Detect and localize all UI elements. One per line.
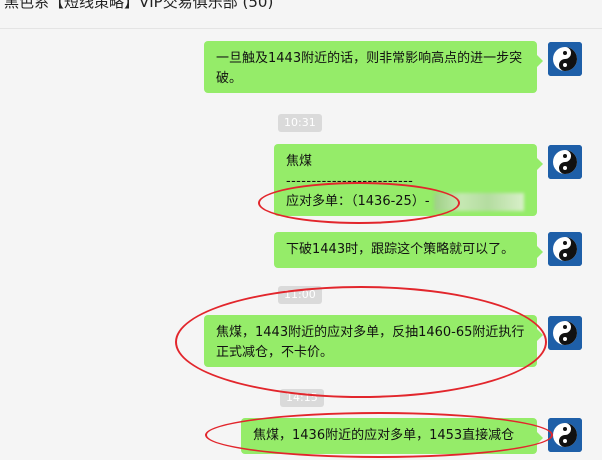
message-line: 应对多单：（1436-25）- [286,194,430,209]
message-separator: ------------------------- [286,174,414,189]
avatar[interactable] [548,42,582,76]
message-bubble[interactable]: 一旦触及1443附近的话，则非常影响高点的进一步突破。 [204,41,543,93]
message-text: 一旦触及1443附近的话，则非常影响高点的进一步突破。 [216,51,523,86]
message-bubble[interactable]: 焦煤，1436附近的应对多单，1453直接减仓 [241,418,543,454]
avatar[interactable] [548,418,582,452]
blurred-region [433,192,524,211]
avatar[interactable] [548,316,582,350]
chat-title: 黑色系【短线策略】VIP交易俱乐部 (50) [4,0,274,11]
taichi-yin-yang-icon [548,232,582,266]
avatar[interactable] [548,232,582,266]
title-divider [0,28,602,29]
message-title: 焦煤 [286,154,313,169]
taichi-yin-yang-icon [548,418,582,452]
message-bubble[interactable]: 下破1443时，跟踪这个策略就可以了。 [274,232,543,268]
taichi-yin-yang-icon [548,42,582,76]
timestamp: 10:31 [278,114,322,132]
message-bubble[interactable]: 焦煤 ------------------------- 应对多单：（1436-… [274,144,543,216]
avatar[interactable] [548,145,582,179]
message-bubble[interactable]: 焦煤，1443附近的应对多单，反抽1460-65附近执行正式减仓，不卡价。 [204,315,543,367]
taichi-yin-yang-icon [548,145,582,179]
message-text: 下破1443时，跟踪这个策略就可以了。 [286,242,515,257]
message-text: 焦煤，1436附近的应对多单，1453直接减仓 [253,428,515,443]
message-text: 焦煤，1443附近的应对多单，反抽1460-65附近执行正式减仓，不卡价。 [216,325,525,360]
timestamp: 14:15 [280,389,324,407]
taichi-yin-yang-icon [548,316,582,350]
timestamp: 11:00 [278,286,322,304]
